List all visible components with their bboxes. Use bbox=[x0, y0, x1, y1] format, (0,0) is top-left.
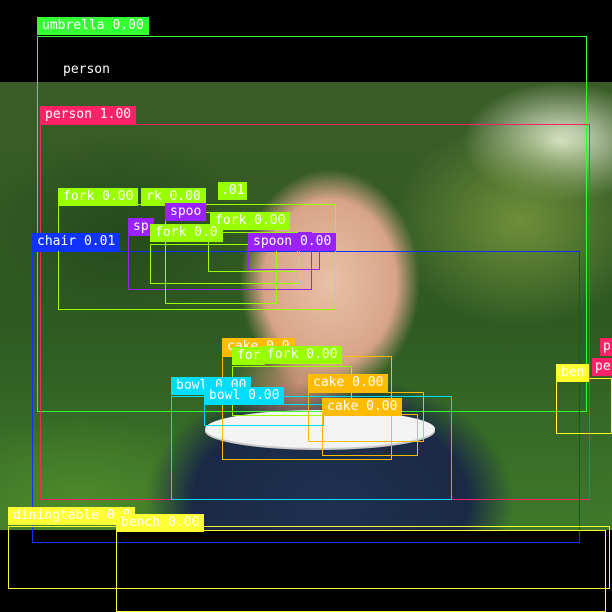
fork-label: .01 bbox=[218, 182, 248, 200]
spoon-label: spoon 0.00 bbox=[248, 233, 337, 251]
bowl-label: bowl 0.00 bbox=[204, 387, 285, 405]
cake-label: cake 0.00 bbox=[322, 398, 403, 416]
fork-label: fork 0.00 bbox=[262, 346, 343, 364]
bench-label-right: ben bbox=[556, 364, 590, 382]
bench-box bbox=[116, 530, 606, 612]
detection-image: umbrella 0.00 person person 1.00 fork 0.… bbox=[0, 0, 612, 612]
spoon-label: spoo bbox=[165, 203, 207, 221]
person-label-top: person bbox=[63, 62, 110, 77]
bench-box-right bbox=[556, 378, 612, 434]
person-label-right: pe bbox=[592, 358, 612, 376]
chair-label: chair 0.01 bbox=[32, 233, 121, 251]
bowl-box bbox=[204, 404, 324, 426]
fork-label: fork 0.0 bbox=[150, 224, 223, 242]
fork-label: fork 0.00 bbox=[58, 188, 139, 206]
fork-label: for bbox=[232, 347, 266, 365]
spoon-box bbox=[248, 250, 320, 270]
bench-label: bench 0.00 bbox=[116, 514, 205, 532]
umbrella-label: umbrella 0.00 bbox=[37, 17, 149, 35]
person-label-right: p bbox=[600, 338, 612, 356]
person-label: person 1.00 bbox=[40, 106, 137, 124]
cake-label: cake 0.00 bbox=[308, 374, 389, 392]
